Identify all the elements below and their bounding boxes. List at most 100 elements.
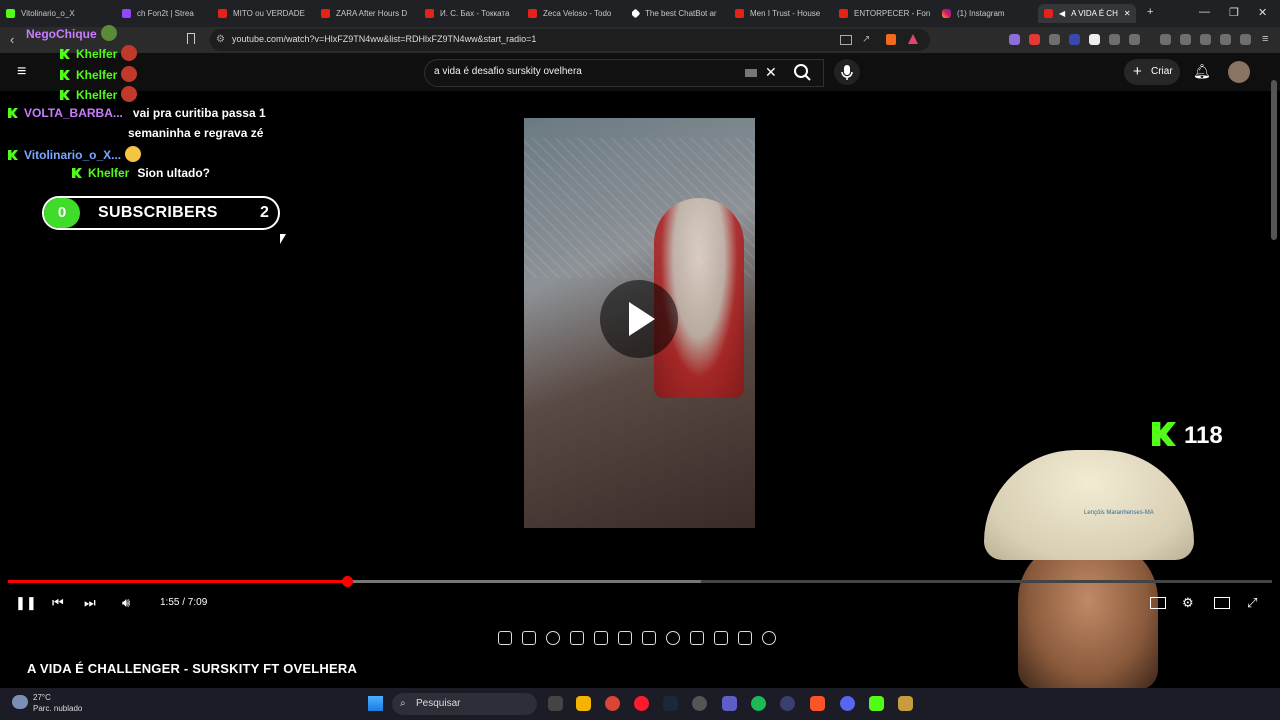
youtube-header: ≡ a vida é desafio surskity ovelhera ✕ +… [0, 53, 1280, 91]
music-icon[interactable] [1160, 34, 1171, 45]
clip-icon[interactable] [594, 631, 608, 645]
tab-4[interactable]: И. С. Бах - Токката [425, 4, 517, 23]
steam-icon[interactable] [663, 696, 678, 711]
maximize-icon[interactable]: ❐ [1229, 6, 1239, 19]
cinema-icon[interactable] [642, 631, 656, 645]
chrome-icon[interactable] [605, 696, 620, 711]
subscriber-goal-widget: 0 SUBSCRIBERS 2 [42, 196, 280, 230]
scrubber-handle[interactable] [341, 576, 353, 587]
wallet-icon[interactable] [1200, 34, 1211, 45]
keyboard-icon[interactable] [745, 69, 757, 77]
extension-icon[interactable] [1029, 34, 1040, 45]
opera-icon[interactable] [634, 696, 649, 711]
avatar[interactable] [1228, 61, 1250, 83]
extension-icon[interactable] [1009, 34, 1020, 45]
volume-icon[interactable]: 🔊︎ [122, 595, 130, 611]
url-field[interactable]: ⚙ youtube.com/watch?v=HlxFZ9TN4ww&list=R… [210, 29, 930, 51]
kick-icon [8, 150, 18, 160]
extension-icon[interactable] [1129, 34, 1140, 45]
sidebar-icon[interactable] [1180, 34, 1191, 45]
speed-icon[interactable] [666, 631, 680, 645]
kick-favicon-icon [6, 9, 15, 18]
tab-2[interactable]: MITO ou VERDADE [218, 4, 308, 23]
kick-icon [8, 108, 18, 118]
settings-icon[interactable] [692, 696, 707, 711]
app-icon[interactable] [780, 696, 795, 711]
notifications-bell-icon[interactable]: 🔔︎ [1193, 63, 1211, 80]
bookmark-icon[interactable] [187, 33, 195, 44]
search-input[interactable]: a vida é desafio surskity ovelhera ✕ [424, 59, 824, 87]
audio-icon[interactable] [546, 631, 560, 645]
tab-active[interactable]: ◀ A VIDA É CH ✕ [1038, 4, 1136, 23]
clear-search-icon[interactable]: ✕ [765, 64, 777, 81]
settings-gear-icon[interactable]: ⚙ [1182, 595, 1194, 611]
new-tab-button[interactable]: + [1147, 6, 1153, 18]
sort-icon[interactable] [522, 631, 536, 645]
next-icon[interactable]: ⏭︎ [84, 595, 96, 611]
extension-icon[interactable] [1049, 34, 1060, 45]
fullscreen-icon[interactable]: ⤢ [1247, 595, 1257, 611]
app-grid-icon[interactable] [722, 696, 737, 711]
brave-icon[interactable] [810, 696, 825, 711]
tab-1[interactable]: ch Fon2t | Strea [122, 4, 204, 23]
search-button[interactable] [784, 59, 822, 85]
previous-icon[interactable]: ⏮︎ [52, 595, 64, 611]
close-tab-icon[interactable]: ✕ [1124, 9, 1131, 18]
youtube-favicon-icon [839, 9, 848, 18]
play-icon[interactable] [600, 280, 678, 358]
camera-icon[interactable] [714, 631, 728, 645]
create-button[interactable]: + Criar [1124, 59, 1180, 85]
voice-search-button[interactable] [834, 59, 860, 85]
url-text: youtube.com/watch?v=HlxFZ9TN4ww&list=RDH… [232, 34, 537, 44]
leo-ai-icon[interactable] [1220, 34, 1231, 45]
share-icon[interactable]: ↗ [862, 34, 870, 45]
emote-icon [121, 66, 138, 82]
discord-icon[interactable] [840, 696, 855, 711]
vpn-icon[interactable] [1240, 34, 1251, 45]
plus-icon: + [1133, 63, 1142, 80]
kick-icon [60, 90, 70, 100]
tab-0[interactable]: Vitolinario_o_X [6, 4, 116, 23]
theater-mode-icon[interactable] [1214, 597, 1230, 609]
tab-9[interactable]: (1) Instagram [942, 4, 1034, 23]
cast-icon[interactable] [840, 35, 852, 45]
video-frame[interactable] [524, 118, 755, 528]
page-scrollbar[interactable] [1271, 80, 1277, 240]
back-icon[interactable]: ‹ [10, 32, 14, 47]
add-icon[interactable] [690, 631, 704, 645]
menu-icon[interactable]: ≡ [1262, 33, 1268, 45]
gear-icon[interactable] [762, 631, 776, 645]
pause-icon[interactable]: ❚❚ [15, 595, 37, 611]
brave-rewards-icon[interactable] [908, 34, 918, 44]
windows-start-icon[interactable] [368, 696, 383, 711]
tab-8[interactable]: ENTORPECER - Fon [839, 4, 931, 23]
tab-5[interactable]: Zeca Veloso - Todo [528, 4, 618, 23]
close-window-icon[interactable]: ✕ [1258, 6, 1267, 19]
chat-message: VOLTA_BARBA... vai pra curitiba passa 1 [8, 106, 266, 120]
taskbar-search[interactable]: ⌕ Pesquisar [392, 693, 537, 715]
progress-bar[interactable] [8, 576, 1272, 587]
tab-7[interactable]: Men I Trust - House [735, 4, 827, 23]
league-icon[interactable] [898, 696, 913, 711]
spotify-icon[interactable] [751, 696, 766, 711]
pip-icon[interactable] [618, 631, 632, 645]
brave-shield-icon[interactable] [886, 34, 896, 45]
screenshot-icon[interactable] [570, 631, 584, 645]
extension-icon[interactable] [1089, 34, 1100, 45]
hamburger-menu-icon[interactable]: ≡ [17, 63, 26, 81]
site-settings-icon[interactable]: ⚙ [216, 34, 225, 45]
minimize-icon[interactable]: — [1199, 6, 1210, 18]
tab-6[interactable]: The best ChatBot ar [632, 4, 724, 23]
kick-app-icon[interactable] [869, 696, 884, 711]
flask-icon[interactable] [738, 631, 752, 645]
task-view-icon[interactable] [548, 696, 563, 711]
cloud-icon [12, 695, 28, 709]
loop-icon[interactable] [498, 631, 512, 645]
file-explorer-icon[interactable] [576, 696, 591, 711]
extension-icon[interactable] [1069, 34, 1080, 45]
tab-3[interactable]: ZARA After Hours D [321, 4, 413, 23]
subtitles-icon[interactable] [1150, 597, 1166, 609]
puzzle-icon[interactable] [1109, 34, 1120, 45]
mouse-cursor-icon [280, 234, 286, 244]
streamer-webcam: Lençóis Maranhenses-MA [940, 430, 1260, 692]
